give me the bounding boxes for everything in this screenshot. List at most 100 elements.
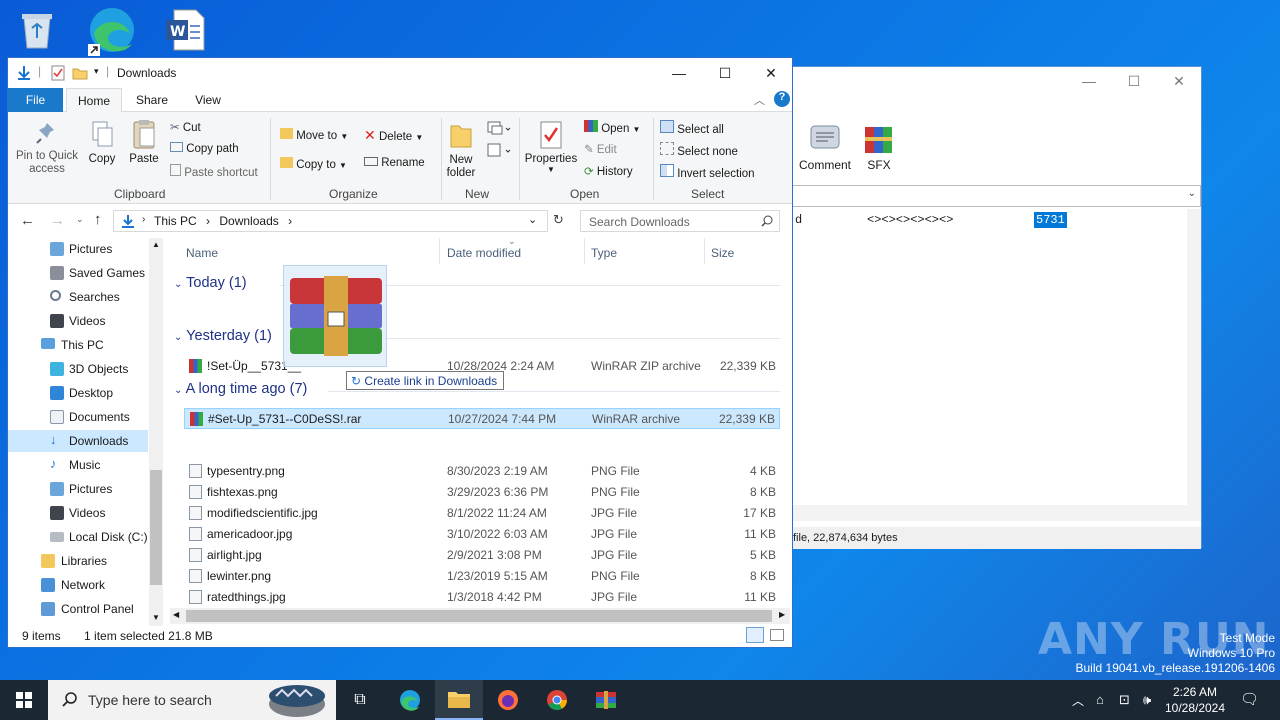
winrar-file-list[interactable]: d <><><><><><> 5731 [781, 209, 1201, 505]
properties-button[interactable]: Properties ▼ [523, 120, 579, 174]
help-icon[interactable]: ? [774, 91, 790, 107]
edit-button[interactable]: ✎ Edit [584, 142, 617, 156]
address-dropdown-icon[interactable]: ⌄ [528, 213, 537, 226]
close-button[interactable]: ✕ [748, 58, 794, 88]
maximize-icon[interactable]: ☐ [1124, 73, 1144, 90]
table-row[interactable]: airlight.jpg 2/9/2021 3:08 PM JPG File 5 KB [184, 545, 780, 566]
column-type[interactable]: Type [591, 246, 617, 260]
history-button[interactable]: ⟳ History [584, 164, 633, 178]
column-size[interactable]: Size [711, 246, 734, 260]
copy-to-button[interactable]: Copy to ▼ [280, 157, 347, 171]
nav-item-3d-objects[interactable]: 3D Objects [8, 358, 148, 380]
taskbar-chrome[interactable] [533, 680, 581, 720]
large-icons-view-icon[interactable] [770, 629, 784, 641]
details-view-icon[interactable] [746, 627, 764, 643]
winrar-background-window[interactable]: — ☐ ✕ Comment SFX ⌄ d <><><><><><> 5731 … [780, 66, 1202, 549]
group-header-yesterday[interactable]: ⌄ Yesterday (1) [174, 328, 272, 344]
paste-button[interactable]: Paste [126, 118, 162, 165]
word-document-icon[interactable]: W [160, 6, 212, 58]
taskbar-winrar[interactable] [582, 680, 630, 720]
pin-to-quick-access-button[interactable]: Pin to Quick access [16, 120, 78, 176]
scroll-down-icon[interactable]: ▼ [152, 613, 160, 622]
table-row[interactable]: modifiedscientific.jpg 8/1/2022 11:24 AM J… [184, 503, 780, 524]
recent-locations-icon[interactable]: ⌄ [76, 214, 84, 225]
task-view-button[interactable]: ⧉ [336, 680, 384, 720]
column-name[interactable]: Name [186, 246, 218, 260]
cut-button[interactable]: ✂ Cut [170, 120, 201, 134]
taskbar-edge[interactable] [386, 680, 434, 720]
search-input[interactable]: Search Downloads [580, 210, 780, 232]
rename-button[interactable]: Rename [364, 157, 425, 169]
nav-item-documents[interactable]: Documents [8, 406, 148, 428]
address-bar[interactable]: › This PC › Downloads › ⌄ [113, 210, 548, 232]
recycle-bin-icon[interactable] [14, 6, 66, 58]
start-button[interactable] [0, 680, 48, 720]
volume-icon[interactable]: 🕪 [1143, 692, 1151, 708]
table-row[interactable]: ratedthings.jpg 1/3/2018 4:42 PM JPG File 1… [184, 587, 780, 608]
clock[interactable]: 2:26 AM 10/28/2024 [1163, 684, 1227, 716]
nav-item-searches[interactable]: Searches [8, 286, 148, 308]
tab-file[interactable]: File [8, 88, 63, 112]
column-date-modified[interactable]: Date modified [447, 246, 521, 260]
delete-button[interactable]: ✕ Delete ▼ [364, 127, 423, 144]
sfx-button[interactable]: SFX [851, 123, 907, 172]
table-row-selected[interactable]: #Set-Up_5731--C0DeSS!.rar 10/27/2024 7:4… [184, 408, 780, 429]
paste-shortcut-button[interactable]: Paste shortcut [170, 164, 258, 179]
nav-item-this-pc[interactable]: This PC [8, 334, 148, 356]
navigation-pane[interactable]: Pictures Saved Games Searches Videos Thi… [8, 238, 166, 626]
file-explorer-window[interactable]: | ▾ | Downloads — ☐ ✕ File Home Share Vi… [7, 57, 793, 648]
scrollbar-thumb[interactable] [186, 610, 772, 622]
nav-item-saved-games[interactable]: Saved Games [8, 262, 148, 284]
chevron-down-icon[interactable]: ⌄ [1188, 188, 1196, 199]
refresh-icon[interactable]: ↻ [553, 212, 564, 228]
nav-item-pictures-2[interactable]: Pictures [8, 478, 148, 500]
tab-home[interactable]: Home [66, 88, 122, 112]
winrar-path-bar[interactable]: ⌄ [781, 185, 1201, 207]
new-folder-quick-icon[interactable] [72, 65, 88, 81]
select-all-button[interactable]: Select all [660, 120, 724, 136]
scrollbar-thumb[interactable] [150, 470, 162, 585]
copy-path-button[interactable]: Copy path [170, 142, 239, 155]
title-bar[interactable]: | ▾ | Downloads — ☐ ✕ [8, 58, 792, 88]
tray-device-icon[interactable]: ⌂ [1096, 692, 1104, 707]
taskbar-file-explorer[interactable] [435, 680, 483, 720]
horizontal-scrollbar[interactable] [781, 505, 1201, 521]
minimize-icon[interactable]: — [1079, 73, 1099, 89]
group-header-older[interactable]: ⌄ A long time ago (7) [174, 381, 307, 397]
scroll-left-icon[interactable]: ◀ [173, 610, 179, 619]
copy-button[interactable]: Copy [86, 120, 118, 165]
new-folder-button[interactable]: New folder [444, 120, 478, 180]
nav-item-control-panel[interactable]: Control Panel [8, 598, 148, 620]
move-to-button[interactable]: Move to ▼ [280, 128, 348, 142]
select-none-button[interactable]: Select none [660, 142, 738, 158]
scroll-right-icon[interactable]: ▶ [779, 610, 785, 619]
minimize-button[interactable]: — [656, 58, 702, 88]
nav-scrollbar[interactable]: ▲ ▼ [149, 238, 163, 626]
up-arrow-icon[interactable]: ↑ [94, 211, 102, 228]
show-hidden-icons-icon[interactable]: ︿ [1072, 692, 1084, 709]
nav-item-pictures[interactable]: Pictures [8, 238, 148, 260]
comment-button[interactable]: Comment [795, 123, 855, 172]
customize-quick-access-icon[interactable]: ▾ [94, 66, 99, 77]
scroll-up-icon[interactable]: ▲ [152, 240, 160, 249]
close-icon[interactable]: ✕ [1169, 73, 1189, 90]
breadcrumb-this-pc[interactable]: This PC [154, 214, 197, 228]
maximize-button[interactable]: ☐ [702, 58, 748, 88]
properties-quick-icon[interactable] [51, 65, 65, 81]
nav-item-local-disk[interactable]: Local Disk (C:) [8, 526, 148, 548]
edge-icon[interactable] [86, 4, 138, 56]
taskbar-search-box[interactable]: Type here to search [48, 680, 336, 720]
new-item-icon[interactable] [486, 120, 512, 160]
back-arrow-icon[interactable]: ← [20, 212, 35, 229]
horizontal-scrollbar[interactable]: ◀ ▶ [170, 608, 790, 624]
nav-item-music[interactable]: ♪ Music [8, 454, 148, 476]
table-row[interactable]: typesentry.png 8/30/2023 2:19 AM PNG File 4… [184, 461, 780, 482]
tab-view[interactable]: View [188, 88, 228, 112]
file-list[interactable]: Name Date modified ⌄ Type Size ⌄ Today (… [168, 236, 792, 628]
nav-item-desktop[interactable]: Desktop [8, 382, 148, 404]
forward-arrow-icon[interactable]: → [50, 212, 65, 229]
table-row[interactable]: fishtexas.png 3/29/2023 6:36 PM PNG File 8 … [184, 482, 780, 503]
table-row[interactable]: lewinter.png 1/23/2019 5:15 AM PNG File 8 K… [184, 566, 780, 587]
nav-item-videos-2[interactable]: Videos [8, 502, 148, 524]
vertical-scrollbar[interactable] [1187, 209, 1201, 505]
